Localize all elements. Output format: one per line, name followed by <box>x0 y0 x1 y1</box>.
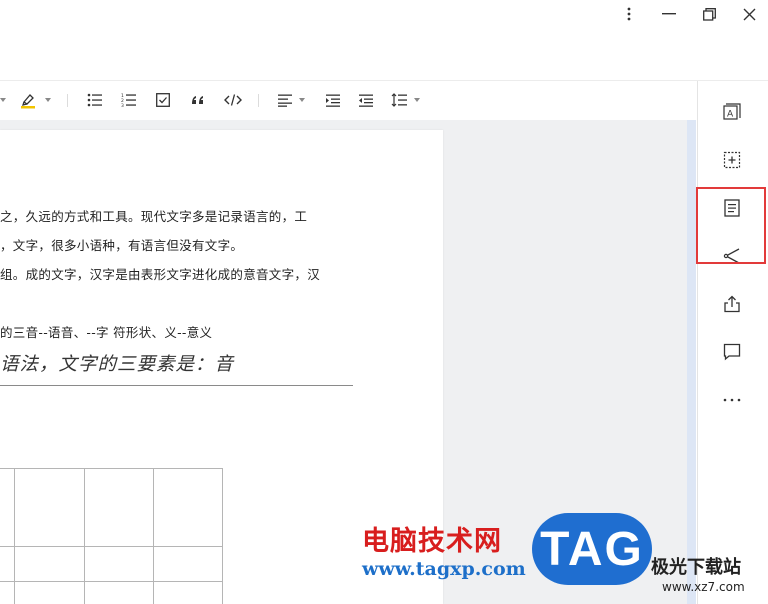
add-frame-icon[interactable] <box>720 148 744 172</box>
align-left-icon[interactable] <box>276 90 294 110</box>
numbered-list-icon[interactable]: 1 2 3 <box>120 90 138 110</box>
text-box-icon[interactable]: A <box>720 100 744 124</box>
watermark-site-name: 极光下载站 <box>651 557 741 578</box>
svg-text:3: 3 <box>121 103 124 107</box>
dropdown-caret-icon[interactable] <box>413 90 421 110</box>
comment-icon[interactable] <box>720 340 744 364</box>
quote-icon[interactable] <box>189 90 207 110</box>
minimize-button[interactable] <box>655 2 683 26</box>
document-heading: 语法，文字的三要素是：音 <box>0 354 235 375</box>
more-vertical-icon[interactable] <box>615 2 643 26</box>
document-table[interactable] <box>0 468 223 604</box>
table-column-line <box>84 469 85 604</box>
indent-icon[interactable] <box>324 90 342 110</box>
dropdown-caret-icon[interactable] <box>44 90 52 110</box>
close-button[interactable] <box>735 2 763 26</box>
horizontal-rule <box>0 385 353 386</box>
outdent-icon[interactable] <box>357 90 375 110</box>
toolbar-divider <box>258 94 259 107</box>
bullet-list-icon[interactable] <box>86 90 104 110</box>
export-icon[interactable] <box>720 292 744 316</box>
paragraph-line: 之，久远的方式和工具。现代文字多是记录语言的，工 <box>0 209 308 224</box>
line-spacing-icon[interactable] <box>389 90 409 110</box>
table-column-line <box>14 469 15 604</box>
watermark-tag-text: TAG <box>540 522 644 576</box>
paragraph-line: ，文字，很多小语种，有语言但没有文字。 <box>0 238 244 253</box>
more-icon[interactable] <box>720 388 744 412</box>
code-icon[interactable] <box>223 90 243 110</box>
highlight-box <box>696 187 766 264</box>
scrollbar-track[interactable] <box>687 120 696 604</box>
title-bar <box>0 0 768 81</box>
table-row-line <box>0 581 222 582</box>
format-toolbar: 1 2 3 <box>0 81 696 119</box>
highlight-pen-icon[interactable] <box>18 90 38 110</box>
paragraph-line: 的三音--语音、--字 符形状、义--意义 <box>0 325 213 340</box>
watermark-tag-logo: TAG <box>532 513 652 585</box>
toolbar-divider <box>67 94 68 107</box>
checklist-icon[interactable] <box>154 90 172 110</box>
dropdown-caret-icon[interactable] <box>0 90 6 110</box>
watermark-url: www.tagxp.com <box>362 558 526 580</box>
dropdown-caret-icon[interactable] <box>298 90 306 110</box>
table-column-line <box>153 469 154 604</box>
table-row-line <box>0 546 222 547</box>
right-sidebar: A <box>697 81 768 604</box>
watermark-site-url: www.xz7.com <box>662 580 745 594</box>
paragraph-line: 组。成的文字，汉字是由表形文字进化成的意音文字，汉 <box>0 267 321 282</box>
svg-text:A: A <box>727 110 734 120</box>
restore-button[interactable] <box>695 2 723 26</box>
watermark-brand: 电脑技术网 <box>362 526 502 557</box>
